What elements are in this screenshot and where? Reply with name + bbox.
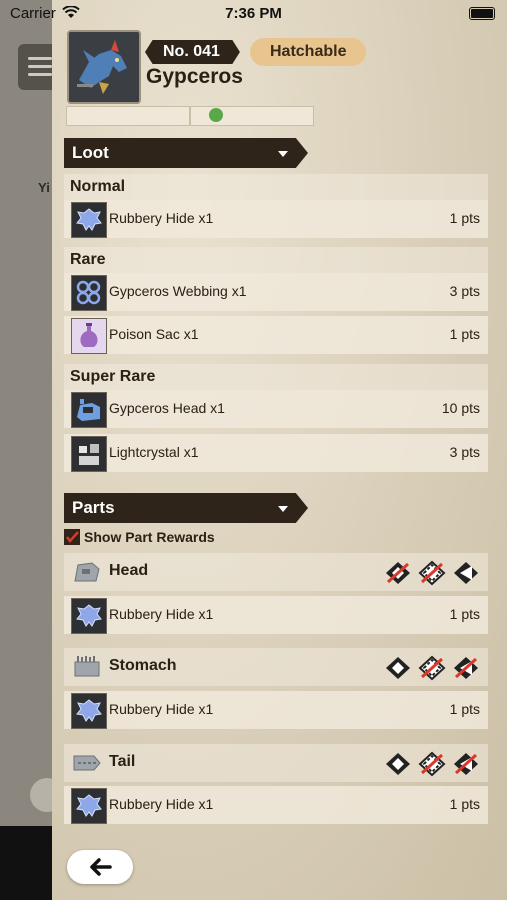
weakness-icons xyxy=(384,560,484,586)
monster-header: No. 041 Hatchable Gypceros xyxy=(52,24,507,110)
reward-name: Rubbery Hide x1 xyxy=(109,796,214,812)
loot-group-title: Normal xyxy=(70,178,126,195)
part-name: Head xyxy=(109,562,149,579)
loot-group-rare: Rare xyxy=(64,247,488,273)
status-bar: Carrier 7:36 PM xyxy=(0,0,507,28)
shot-weakness-icon xyxy=(454,562,478,584)
loot-item-name: Poison Sac x1 xyxy=(109,326,199,342)
loot-group-title: Rare xyxy=(70,251,106,268)
blunt-weakness-icon xyxy=(418,560,446,586)
arrow-left-icon xyxy=(90,858,112,876)
hide-icon xyxy=(71,598,107,634)
loot-item-row[interactable]: Lightcrystal x1 3 pts xyxy=(64,434,488,472)
background-partial-text: Yi xyxy=(38,180,50,195)
loot-group-super-rare: Super Rare xyxy=(64,364,488,390)
part-name: Stomach xyxy=(109,657,177,674)
loot-item-points: 1 pts xyxy=(449,210,480,226)
reward-name: Rubbery Hide x1 xyxy=(109,606,214,622)
loot-section-header[interactable]: Loot xyxy=(64,138,308,168)
loot-section-title: Loot xyxy=(72,143,109,162)
loot-item-row[interactable]: Gypceros Head x1 10 pts xyxy=(64,390,488,428)
reward-points: 1 pts xyxy=(449,606,480,622)
part-stomach-icon xyxy=(72,654,102,680)
part-reward-row[interactable]: Rubbery Hide x1 1 pts xyxy=(64,786,488,824)
part-tail-icon xyxy=(72,750,102,776)
part-reward-row[interactable]: Rubbery Hide x1 1 pts xyxy=(64,691,488,729)
part-head-icon xyxy=(72,559,102,585)
lightcrystal-icon xyxy=(71,436,107,472)
loot-item-points: 3 pts xyxy=(449,444,480,460)
chevron-down-icon xyxy=(278,506,288,512)
part-reward-row[interactable]: Rubbery Hide x1 1 pts xyxy=(64,596,488,634)
loot-item-points: 1 pts xyxy=(449,326,480,342)
background-bottom-bar xyxy=(0,826,60,900)
shot-weakness-icon xyxy=(454,657,478,679)
cutoff-attributes-row xyxy=(66,106,366,126)
monster-detail-panel: No. 041 Hatchable Gypceros Loot Normal R… xyxy=(52,0,507,900)
battery-icon xyxy=(469,7,495,20)
loot-group-normal: Normal xyxy=(64,174,488,200)
chevron-down-icon xyxy=(278,151,288,157)
checkbox-icon[interactable] xyxy=(64,529,80,545)
parts-section-header[interactable]: Parts xyxy=(64,493,308,523)
hatchable-badge: Hatchable xyxy=(250,38,367,66)
shot-weakness-icon xyxy=(454,753,478,775)
back-button[interactable] xyxy=(67,850,133,884)
monster-number-badge: No. 041 xyxy=(145,40,240,64)
clock: 7:36 PM xyxy=(225,5,282,22)
head-item-icon xyxy=(71,392,107,428)
part-row-stomach[interactable]: Stomach xyxy=(64,648,488,686)
hide-icon xyxy=(71,202,107,238)
cut-weakness-icon xyxy=(386,562,410,584)
hide-icon xyxy=(71,693,107,729)
blunt-weakness-icon xyxy=(418,751,446,777)
loot-item-name: Lightcrystal x1 xyxy=(109,444,199,460)
cut-weakness-icon xyxy=(386,657,410,679)
loot-item-row[interactable]: Rubbery Hide x1 1 pts xyxy=(64,200,488,238)
monster-name: Gypceros xyxy=(146,65,243,88)
loot-item-name: Rubbery Hide x1 xyxy=(109,210,214,226)
part-row-tail[interactable]: Tail xyxy=(64,744,488,782)
part-name: Tail xyxy=(109,753,136,770)
webbing-icon xyxy=(71,275,107,311)
weakness-icons xyxy=(384,751,484,777)
poison-sac-icon xyxy=(71,318,107,354)
parts-section-title: Parts xyxy=(72,498,115,517)
blunt-weakness-icon xyxy=(418,655,446,681)
check-icon xyxy=(209,108,223,122)
cut-weakness-icon xyxy=(386,753,410,775)
gypceros-portrait-icon xyxy=(67,30,141,104)
loot-item-name: Gypceros Webbing x1 xyxy=(109,283,247,299)
loot-item-row[interactable]: Poison Sac x1 1 pts xyxy=(64,316,488,354)
loot-item-points: 3 pts xyxy=(449,283,480,299)
loot-group-title: Super Rare xyxy=(70,368,156,385)
part-row-head[interactable]: Head xyxy=(64,553,488,591)
hide-icon xyxy=(71,788,107,824)
show-part-rewards-label: Show Part Rewards xyxy=(84,529,215,545)
reward-name: Rubbery Hide x1 xyxy=(109,701,214,717)
loot-item-row[interactable]: Gypceros Webbing x1 3 pts xyxy=(64,273,488,311)
weakness-icons xyxy=(384,655,484,681)
loot-item-name: Gypceros Head x1 xyxy=(109,400,225,416)
loot-item-points: 10 pts xyxy=(441,400,480,416)
reward-points: 1 pts xyxy=(449,701,480,717)
reward-points: 1 pts xyxy=(449,796,480,812)
